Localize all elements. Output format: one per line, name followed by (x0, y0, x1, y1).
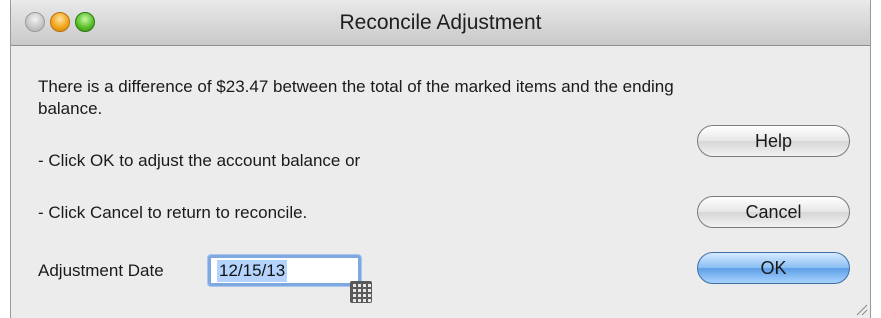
adjustment-date-field[interactable]: 12/15/13 (208, 255, 361, 286)
calendar-icon[interactable] (350, 281, 372, 303)
difference-message: There is a difference of $23.47 between … (38, 77, 674, 118)
cancel-instruction: - Click Cancel to return to reconcile. (38, 203, 308, 222)
adjustment-date-value[interactable]: 12/15/13 (217, 260, 288, 282)
resize-grip-icon[interactable] (854, 302, 868, 316)
help-button[interactable]: Help (697, 125, 850, 157)
ok-instruction: - Click OK to adjust the account balance… (38, 151, 361, 170)
adjustment-date-label: Adjustment Date (38, 261, 164, 280)
cancel-button[interactable]: Cancel (697, 196, 850, 228)
title-bar[interactable]: Reconcile Adjustment (11, 0, 870, 46)
ok-button[interactable]: OK (697, 252, 850, 284)
reconcile-adjustment-dialog: Reconcile Adjustment There is a differen… (10, 0, 871, 318)
window-title: Reconcile Adjustment (339, 11, 542, 34)
